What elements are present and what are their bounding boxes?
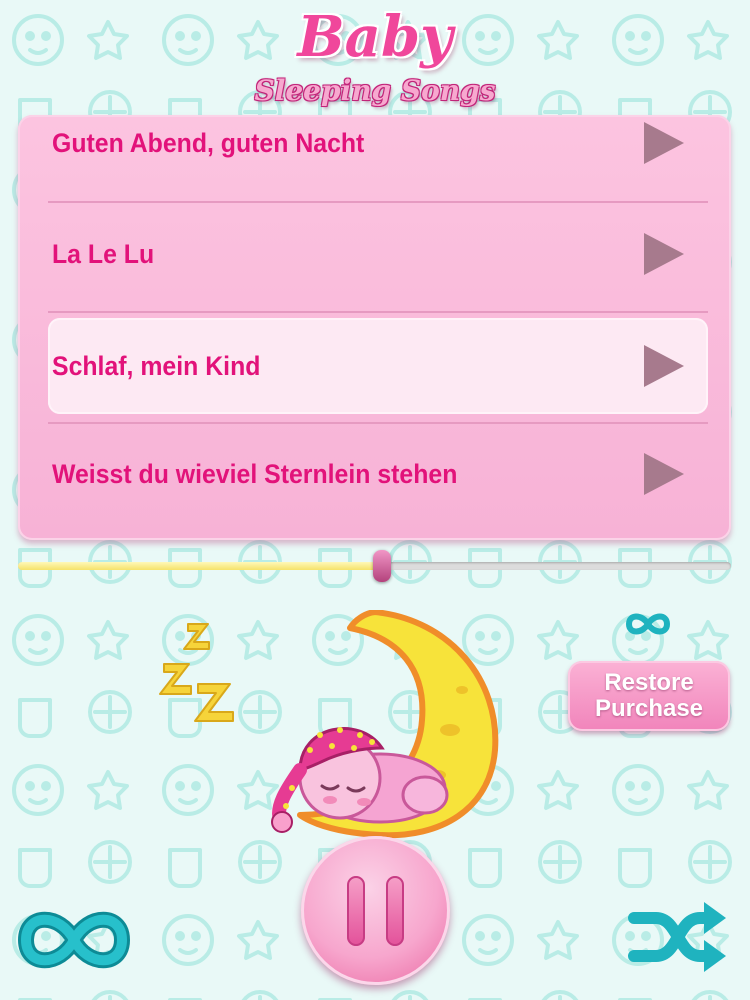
play-icon[interactable] xyxy=(644,345,684,387)
infinity-icon xyxy=(625,613,671,635)
list-divider xyxy=(48,201,708,203)
list-divider xyxy=(48,311,708,313)
app-title: Baby xyxy=(297,4,453,70)
play-icon[interactable] xyxy=(644,453,684,495)
song-row-1[interactable]: La Le Lu xyxy=(48,206,708,302)
song-row-3[interactable]: Weisst du wieviel Sternlein stehen xyxy=(48,426,708,522)
pause-icon-bar xyxy=(386,876,404,946)
playback-progress-slider[interactable] xyxy=(18,550,731,582)
song-list-panel: Guten Abend, guten Nacht La Le Lu Schlaf… xyxy=(18,115,731,540)
restore-purchase-button[interactable]: Restore Purchase xyxy=(568,661,730,731)
song-row-2-selected[interactable]: Schlaf, mein Kind xyxy=(48,318,708,414)
song-title: Weisst du wieviel Sternlein stehen xyxy=(52,459,458,489)
restore-label-line2: Purchase xyxy=(594,695,704,722)
pause-button[interactable] xyxy=(301,836,450,985)
pause-icon xyxy=(347,876,365,946)
slider-thumb[interactable] xyxy=(372,550,391,582)
song-row-0[interactable]: Guten Abend, guten Nacht xyxy=(48,95,708,191)
sleeping-baby-moon-illustration xyxy=(159,610,499,839)
play-icon[interactable] xyxy=(644,233,684,275)
song-title: Guten Abend, guten Nacht xyxy=(52,128,365,158)
shuffle-icon[interactable] xyxy=(628,898,728,976)
song-title: La Le Lu xyxy=(52,239,155,269)
song-title: Schlaf, mein Kind xyxy=(52,351,261,381)
progress-fill xyxy=(18,562,382,570)
play-icon[interactable] xyxy=(644,122,684,164)
restore-label-line1: Restore xyxy=(604,669,694,696)
infinity-icon[interactable] xyxy=(18,905,130,975)
list-divider xyxy=(48,422,708,424)
